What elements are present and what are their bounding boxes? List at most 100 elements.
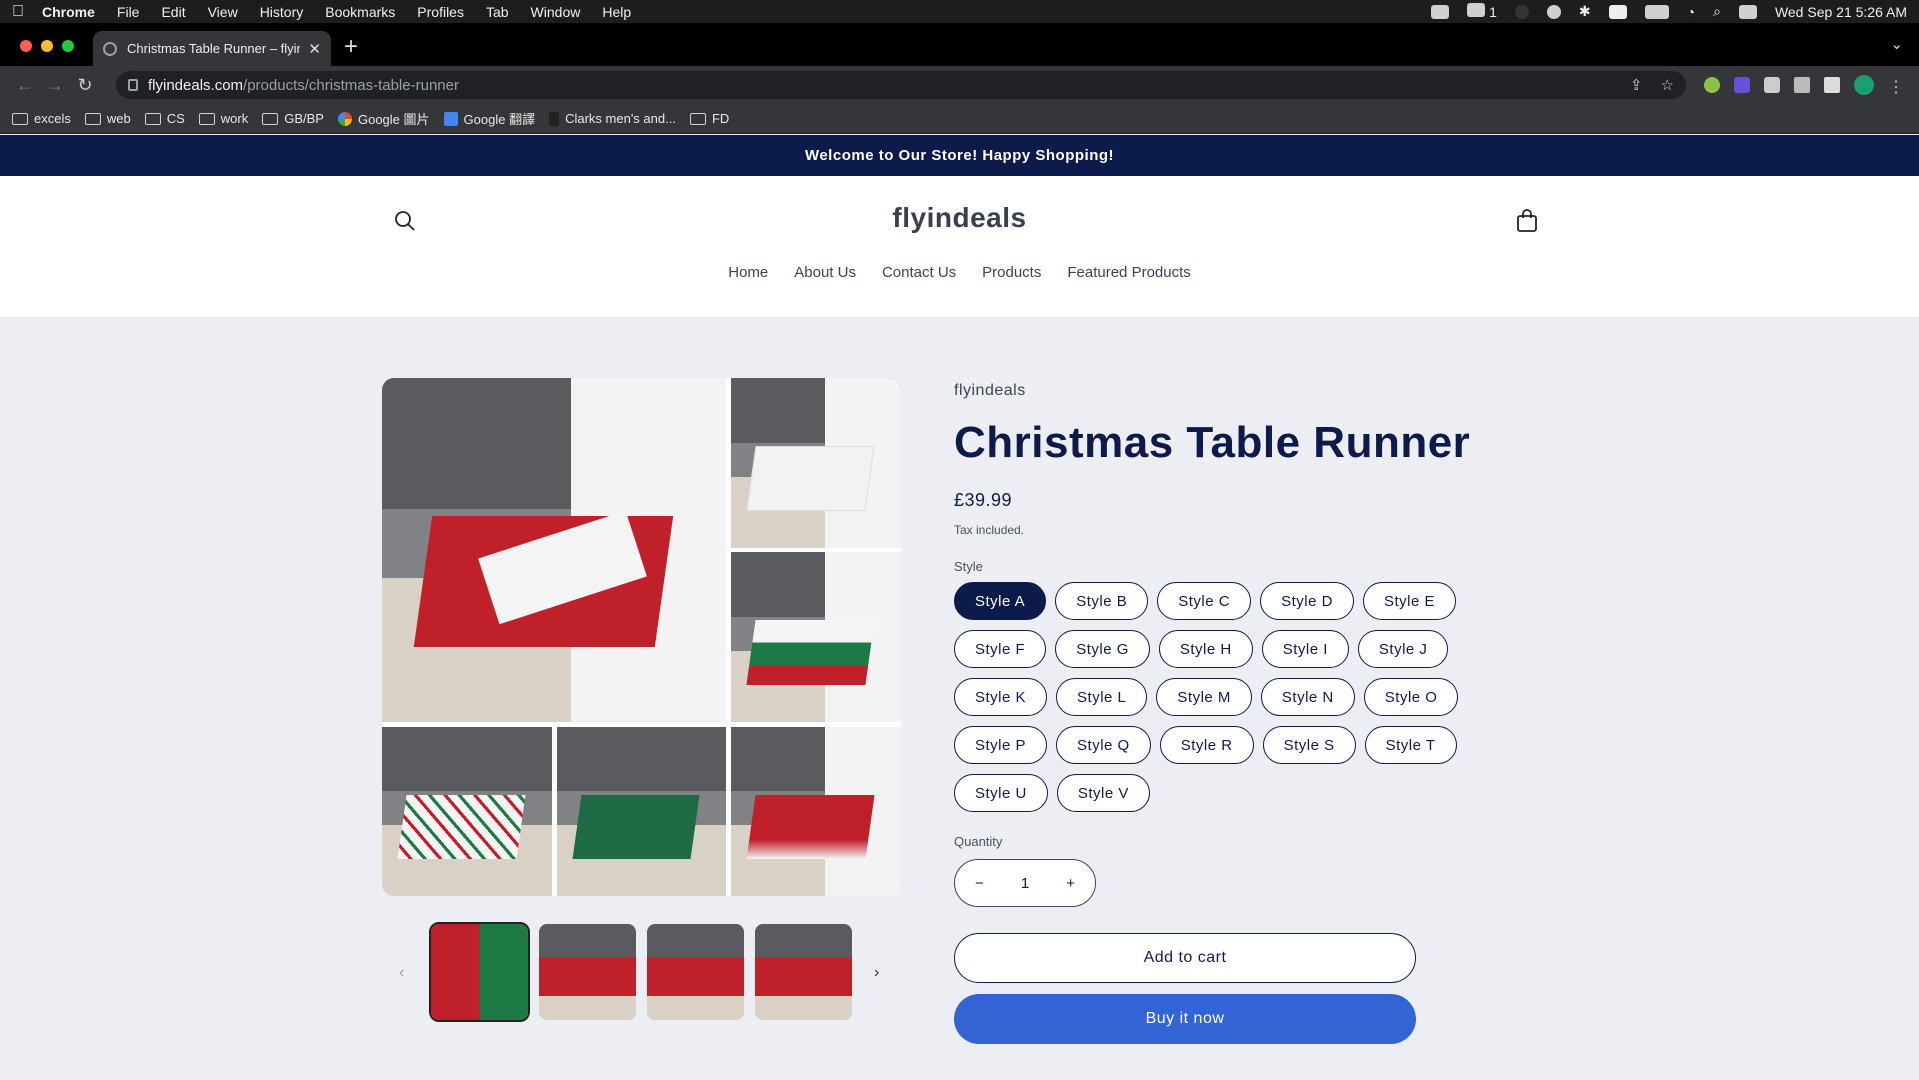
control-center-icon[interactable] — [1738, 4, 1757, 19]
zoom-window-button[interactable] — [62, 40, 74, 52]
folder-icon — [262, 112, 279, 125]
close-window-button[interactable] — [20, 40, 32, 52]
style-option-o[interactable]: Style O — [1363, 678, 1459, 716]
style-option-h[interactable]: Style H — [1158, 630, 1253, 668]
product-image-dark-green[interactable] — [557, 727, 726, 896]
bookmark-excels[interactable]: excels — [12, 111, 71, 126]
download-extension-icon[interactable] — [1734, 77, 1750, 93]
input-source-icon[interactable] — [1608, 4, 1627, 19]
style-option-d[interactable]: Style D — [1260, 582, 1354, 620]
reading-list-icon[interactable] — [1794, 77, 1810, 93]
battery-icon[interactable] — [1644, 4, 1669, 19]
thumbnail-3[interactable] — [647, 924, 744, 1020]
style-option-u[interactable]: Style U — [954, 774, 1048, 812]
extension-green-icon[interactable] — [1704, 77, 1720, 93]
thumbnail-prev-icon[interactable]: ‹ — [399, 964, 404, 982]
menu-app-chrome[interactable]: Chrome — [42, 4, 95, 20]
menu-bookmarks[interactable]: Bookmarks — [325, 4, 395, 20]
nav-about-us[interactable]: About Us — [794, 264, 856, 281]
product-image-gallery[interactable] — [382, 378, 901, 896]
buy-it-now-button[interactable]: Buy it now — [954, 994, 1416, 1044]
cart-icon[interactable] — [1516, 209, 1538, 238]
menu-help[interactable]: Help — [602, 4, 631, 20]
bookmark-clarks[interactable]: Clarks men's and... — [549, 111, 676, 126]
bookmark-web[interactable]: web — [84, 111, 131, 126]
product-image-red-fade[interactable] — [731, 727, 901, 896]
bookmark-star-icon[interactable]: ☆ — [1661, 76, 1674, 94]
style-option-g[interactable]: Style G — [1055, 630, 1150, 668]
style-option-n[interactable]: Style N — [1260, 678, 1355, 716]
product-image-white[interactable] — [731, 378, 901, 548]
bookmark-work[interactable]: work — [198, 111, 248, 126]
forward-arrow-icon[interactable]: → — [40, 75, 70, 96]
style-option-p[interactable]: Style P — [954, 726, 1048, 764]
bookmark-google-images[interactable]: Google 圖片 — [337, 109, 430, 128]
spotlight-search-icon[interactable]: ⌕ — [1713, 3, 1721, 20]
nav-home[interactable]: Home — [728, 264, 768, 281]
add-to-cart-button[interactable]: Add to cart — [954, 933, 1416, 983]
store-logo[interactable]: flyindeals — [0, 202, 1919, 234]
menu-history[interactable]: History — [260, 4, 304, 20]
wifi-icon[interactable]: ◔ — [1687, 4, 1695, 20]
wechat-status[interactable]: 1 — [1467, 3, 1497, 20]
profile-avatar[interactable] — [1854, 75, 1874, 95]
nav-contact-us[interactable]: Contact Us — [882, 264, 956, 281]
app-status-icon[interactable] — [1514, 4, 1529, 19]
back-arrow-icon[interactable]: ← — [10, 75, 40, 96]
thumbnail-next-icon[interactable]: › — [874, 964, 879, 982]
more-menu-icon[interactable]: ⋮ — [1888, 77, 1904, 96]
menu-edit[interactable]: Edit — [161, 4, 185, 20]
apple-menu-icon[interactable]:  — [12, 3, 24, 21]
style-option-c[interactable]: Style C — [1157, 582, 1252, 620]
quantity-input[interactable]: 1 — [1021, 875, 1029, 892]
side-panel-icon[interactable] — [1824, 77, 1840, 93]
active-tab[interactable]: Christmas Table Runner – flyin ✕ — [93, 31, 331, 66]
share-icon[interactable]: ⇪ — [1630, 76, 1643, 94]
style-option-m[interactable]: Style M — [1156, 678, 1252, 716]
bookmark-gb-bp[interactable]: GB/BP — [262, 111, 324, 126]
minimize-window-button[interactable] — [41, 40, 53, 52]
style-option-b[interactable]: Style B — [1055, 582, 1149, 620]
style-option-j[interactable]: Style J — [1357, 630, 1449, 668]
close-tab-icon[interactable]: ✕ — [308, 40, 321, 58]
menubar-clock[interactable]: Wed Sep 21 5:26 AM — [1775, 4, 1907, 20]
bookmark-google-translate[interactable]: Google 翻譯 — [443, 109, 535, 128]
bluetooth-icon[interactable]: ✱ — [1579, 3, 1591, 20]
thumbnail-2[interactable] — [539, 924, 636, 1020]
product-image-green[interactable] — [731, 552, 901, 722]
reload-icon[interactable]: ↻ — [70, 75, 100, 96]
product-main-image[interactable] — [382, 378, 726, 722]
style-option-r[interactable]: Style R — [1159, 726, 1254, 764]
style-option-l[interactable]: Style L — [1056, 678, 1148, 716]
tab-search-chevron-icon[interactable]: ⌄ — [1890, 35, 1903, 53]
style-option-f[interactable]: Style F — [954, 630, 1047, 668]
menu-profiles[interactable]: Profiles — [417, 4, 464, 20]
line-app-icon[interactable] — [1431, 4, 1450, 19]
bookmark-cs[interactable]: CS — [144, 111, 185, 126]
product-image-pattern[interactable] — [382, 727, 552, 896]
style-option-k[interactable]: Style K — [954, 678, 1048, 716]
style-option-i[interactable]: Style I — [1261, 630, 1349, 668]
puzzle-extensions-icon[interactable] — [1764, 77, 1780, 93]
style-option-s[interactable]: Style S — [1262, 726, 1356, 764]
address-bar[interactable]: flyindeals.com/products/christmas-table-… — [116, 71, 1686, 99]
style-option-t[interactable]: Style T — [1364, 726, 1457, 764]
style-option-q[interactable]: Style Q — [1056, 726, 1151, 764]
thumbnail-4[interactable] — [755, 924, 852, 1020]
menu-file[interactable]: File — [117, 4, 140, 20]
menu-window[interactable]: Window — [531, 4, 581, 20]
increase-quantity-button[interactable]: + — [1066, 875, 1075, 892]
play-icon[interactable] — [1546, 4, 1561, 19]
style-option-a[interactable]: Style A — [954, 582, 1047, 620]
style-option-v[interactable]: Style V — [1056, 774, 1150, 812]
bookmark-fd[interactable]: FD — [689, 111, 729, 126]
nav-products[interactable]: Products — [982, 264, 1041, 281]
lock-icon[interactable] — [128, 79, 138, 91]
menu-view[interactable]: View — [208, 4, 238, 20]
menu-tab[interactable]: Tab — [486, 4, 509, 20]
new-tab-icon[interactable]: + — [344, 33, 358, 61]
thumbnail-1[interactable] — [429, 922, 530, 1022]
style-option-e[interactable]: Style E — [1362, 582, 1456, 620]
nav-featured-products[interactable]: Featured Products — [1067, 264, 1190, 281]
decrease-quantity-button[interactable]: − — [975, 875, 984, 892]
